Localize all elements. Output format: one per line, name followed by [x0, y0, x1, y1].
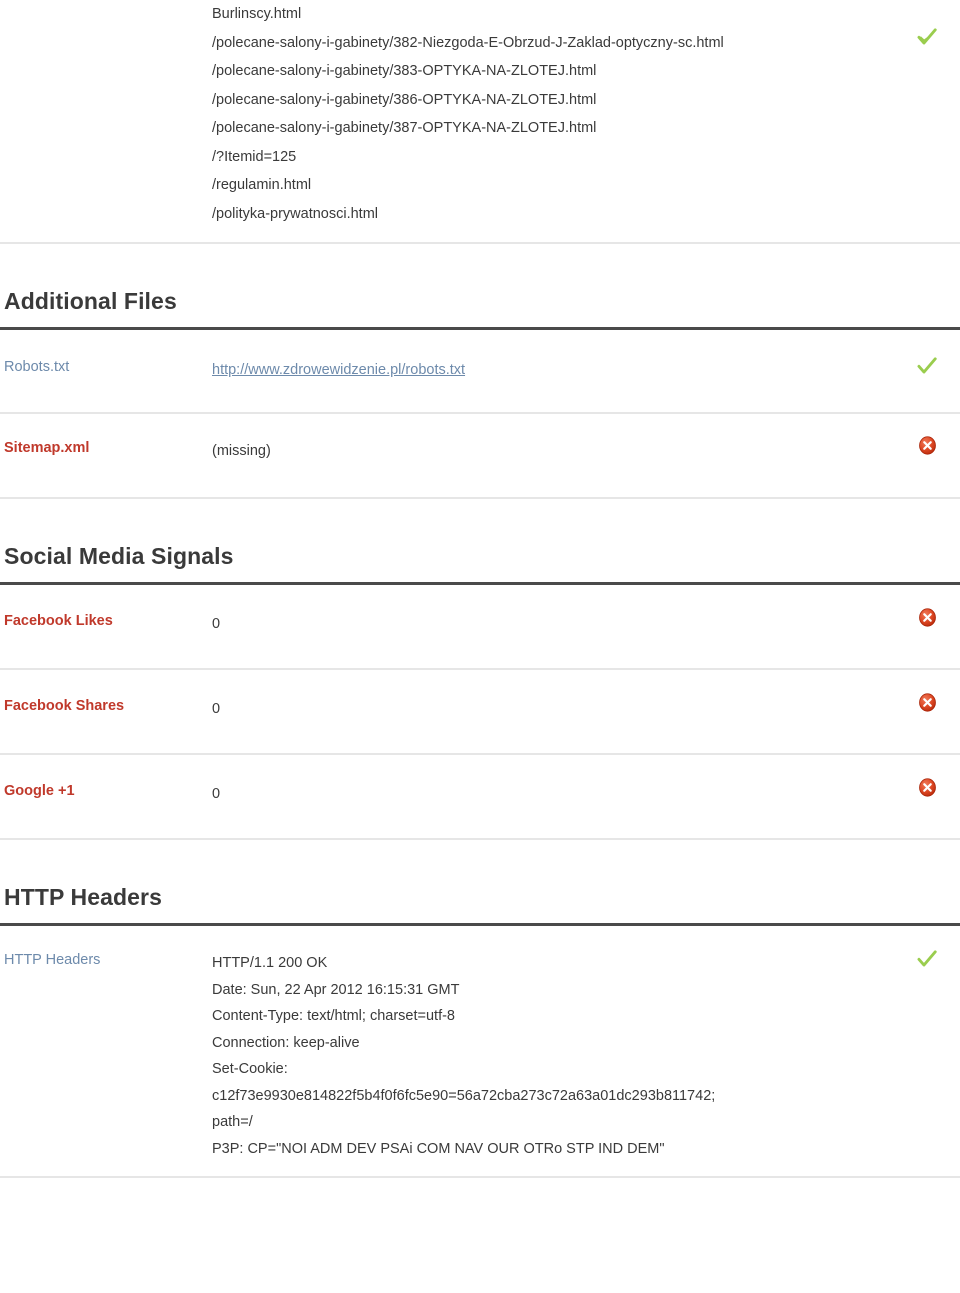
section-http-headers: HTTP Headers	[0, 840, 960, 926]
list-item: path=/	[212, 1114, 253, 1130]
error-icon	[918, 608, 936, 627]
list-item: /polecane-salony-i-gabinety/383-OPTYKA-N…	[212, 63, 597, 79]
seo-report-page: Burlinscy.html /polecane-salony-i-gabine…	[0, 0, 960, 1178]
list-item: Content-Type: text/html; charset=utf-8	[212, 1008, 455, 1024]
table-row-http-headers: HTTP Headers HTTP/1.1 200 OK Date: Sun, …	[0, 926, 960, 1178]
error-icon	[918, 778, 936, 797]
row-value-facebook-shares: 0	[212, 701, 221, 717]
page-title-http-headers: HTTP Headers	[4, 884, 162, 910]
section-social-media-signals: Social Media Signals	[0, 499, 960, 585]
row-label-sitemap-xml: Sitemap.xml	[4, 440, 90, 456]
table-row-google-plus-one: Google +1 0	[0, 755, 960, 840]
status-badge-facebook-likes	[916, 608, 938, 627]
row-label-robots-txt: Robots.txt	[4, 359, 70, 375]
list-item: Connection: keep-alive	[212, 1034, 360, 1051]
page-title-social-media-signals: Social Media Signals	[4, 543, 234, 569]
list-item: /polecane-salony-i-gabinety/387-OPTYKA-N…	[212, 120, 597, 136]
list-item: Burlinscy.html	[212, 6, 302, 22]
error-icon	[918, 693, 936, 712]
list-item: /regulamin.html	[212, 177, 312, 193]
error-icon	[918, 436, 936, 455]
list-item: Set-Cookie:	[212, 1061, 288, 1077]
status-badge-sitemap-xml	[916, 436, 938, 455]
section-additional-files: Additional Files	[0, 244, 960, 330]
page-title-additional-files: Additional Files	[4, 288, 177, 314]
list-item: P3P: CP="NOI ADM DEV PSAi COM NAV OUR OT…	[212, 1140, 665, 1157]
row-value-sitemap-xml: (missing)	[212, 443, 271, 459]
list-item: /polityka-prywatnosci.html	[212, 205, 378, 222]
row-label-http-headers: HTTP Headers	[4, 952, 101, 968]
row-value-google-plus-one: 0	[212, 786, 221, 802]
check-icon	[917, 357, 937, 374]
check-icon	[917, 28, 937, 45]
internal-links-value: Burlinscy.html /polecane-salony-i-gabine…	[212, 0, 960, 228]
list-item: c12f73e9930e814822f5b4f0f6fc5e90=56a72cb…	[212, 1087, 716, 1104]
status-badge-robots-txt	[916, 355, 938, 377]
row-value-robots-txt: http://www.zdrowewidzenie.pl/robots.txt	[212, 357, 960, 384]
list-item: /polecane-salony-i-gabinety/382-Niezgoda…	[212, 34, 724, 51]
row-label-facebook-shares: Facebook Shares	[4, 698, 125, 714]
status-badge	[916, 26, 938, 48]
status-badge-facebook-shares	[916, 693, 938, 712]
list-item: HTTP/1.1 200 OK	[212, 955, 328, 971]
row-value-http-headers: HTTP/1.1 200 OK Date: Sun, 22 Apr 2012 1…	[212, 950, 960, 1162]
table-row-facebook-likes: Facebook Likes 0	[0, 585, 960, 670]
internal-links-row: Burlinscy.html /polecane-salony-i-gabine…	[0, 0, 960, 244]
row-label-facebook-likes: Facebook Likes	[4, 613, 113, 629]
robots-txt-link[interactable]: http://www.zdrowewidzenie.pl/robots.txt	[212, 362, 465, 378]
status-badge-http-headers	[916, 948, 938, 970]
list-item: Date: Sun, 22 Apr 2012 16:15:31 GMT	[212, 981, 460, 998]
url-list: Burlinscy.html /polecane-salony-i-gabine…	[212, 0, 890, 228]
status-badge-google-plus-one	[916, 778, 938, 797]
table-row-facebook-shares: Facebook Shares 0	[0, 670, 960, 755]
check-icon	[917, 950, 937, 967]
list-item: /?Itemid=125	[212, 148, 297, 165]
row-label-google-plus-one: Google +1	[4, 783, 75, 799]
table-row-robots-txt: Robots.txt http://www.zdrowewidzenie.pl/…	[0, 330, 960, 414]
list-item: /polecane-salony-i-gabinety/386-OPTYKA-N…	[212, 91, 597, 108]
row-value-facebook-likes: 0	[212, 616, 221, 632]
http-header-lines: HTTP/1.1 200 OK Date: Sun, 22 Apr 2012 1…	[212, 950, 890, 1162]
table-row-sitemap-xml: Sitemap.xml (missing)	[0, 414, 960, 499]
